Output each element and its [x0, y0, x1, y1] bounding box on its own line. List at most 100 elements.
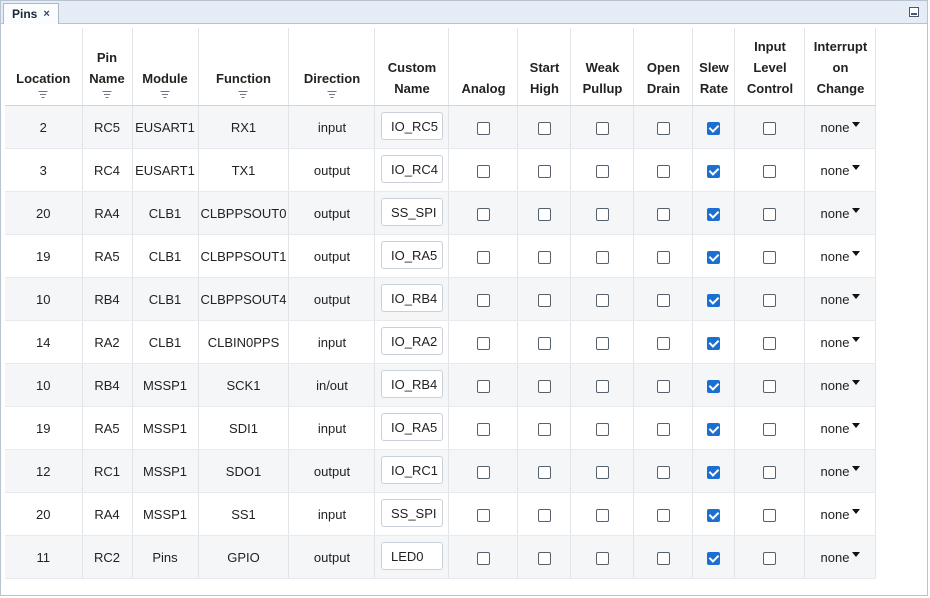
column-header-custom[interactable]: Custom Name [374, 28, 450, 106]
interrupt-on-change-dropdown[interactable]: none [821, 292, 861, 307]
custom-name-field[interactable]: IO_RC1 [380, 455, 443, 484]
slew-rate-checkbox[interactable] [707, 293, 721, 307]
column-header-pin[interactable]: Pin Name [82, 28, 133, 106]
interrupt-on-change-dropdown[interactable]: none [821, 464, 861, 479]
column-header-ioc[interactable]: Interrupt on Change [804, 28, 877, 106]
input-level-checkbox[interactable] [763, 293, 777, 307]
start-high-checkbox[interactable] [537, 379, 551, 393]
chevron-down-icon[interactable] [852, 379, 861, 385]
weak-pullup-checkbox[interactable] [595, 336, 609, 350]
filter-icon[interactable] [102, 91, 112, 99]
custom-name-field[interactable]: LED0 [380, 541, 443, 570]
custom-name-field[interactable]: IO_RC5 [380, 111, 443, 140]
input-level-checkbox[interactable] [763, 207, 777, 221]
start-high-checkbox[interactable] [537, 250, 551, 264]
input-level-checkbox[interactable] [763, 379, 777, 393]
weak-pullup-checkbox[interactable] [595, 250, 609, 264]
slew-rate-checkbox[interactable] [707, 164, 721, 178]
weak-pullup-checkbox[interactable] [595, 551, 609, 565]
chevron-down-icon[interactable] [852, 422, 861, 428]
custom-name-field[interactable]: IO_RA5 [380, 240, 443, 269]
slew-rate-checkbox[interactable] [707, 207, 721, 221]
weak-pullup-checkbox[interactable] [595, 121, 609, 135]
start-high-checkbox[interactable] [537, 465, 551, 479]
input-level-checkbox[interactable] [763, 422, 777, 436]
filter-icon[interactable] [38, 91, 48, 99]
slew-rate-checkbox[interactable] [707, 121, 721, 135]
table-row[interactable]: 14 RA2 CLB1 CLBIN0PPS input IO_RA2 none [5, 320, 877, 364]
slew-rate-checkbox[interactable] [707, 379, 721, 393]
analog-checkbox[interactable] [476, 336, 490, 350]
chevron-down-icon[interactable] [852, 250, 861, 256]
chevron-down-icon[interactable] [852, 551, 861, 557]
analog-checkbox[interactable] [476, 379, 490, 393]
chevron-down-icon[interactable] [852, 164, 861, 170]
weak-pullup-checkbox[interactable] [595, 508, 609, 522]
interrupt-on-change-dropdown[interactable]: none [821, 335, 861, 350]
start-high-checkbox[interactable] [537, 551, 551, 565]
chevron-down-icon[interactable] [852, 465, 861, 471]
weak-pullup-checkbox[interactable] [595, 293, 609, 307]
start-high-checkbox[interactable] [537, 422, 551, 436]
table-row[interactable]: 3 RC4 EUSART1 TX1 output IO_RC4 none [5, 148, 877, 192]
filter-icon[interactable] [160, 91, 170, 99]
custom-name-field[interactable]: IO_RC4 [380, 154, 443, 183]
interrupt-on-change-dropdown[interactable]: none [821, 249, 861, 264]
chevron-down-icon[interactable] [852, 121, 861, 127]
interrupt-on-change-dropdown[interactable]: none [821, 507, 861, 522]
table-row[interactable]: 10 RB4 MSSP1 SCK1 in/out IO_RB4 none [5, 363, 877, 407]
open-drain-checkbox[interactable] [656, 121, 670, 135]
analog-checkbox[interactable] [476, 207, 490, 221]
column-header-function[interactable]: Function [198, 28, 290, 106]
open-drain-checkbox[interactable] [656, 551, 670, 565]
table-row[interactable]: 10 RB4 CLB1 CLBPPSOUT4 output IO_RB4 none [5, 277, 877, 321]
open-drain-checkbox[interactable] [656, 508, 670, 522]
close-icon[interactable]: × [43, 8, 49, 20]
input-level-checkbox[interactable] [763, 336, 777, 350]
start-high-checkbox[interactable] [537, 207, 551, 221]
minimize-icon[interactable] [909, 7, 919, 17]
input-level-checkbox[interactable] [763, 250, 777, 264]
weak-pullup-checkbox[interactable] [595, 465, 609, 479]
interrupt-on-change-dropdown[interactable]: none [821, 120, 861, 135]
open-drain-checkbox[interactable] [656, 293, 670, 307]
table-row[interactable]: 20 RA4 MSSP1 SS1 input SS_SPI none [5, 492, 877, 536]
open-drain-checkbox[interactable] [656, 422, 670, 436]
start-high-checkbox[interactable] [537, 336, 551, 350]
interrupt-on-change-dropdown[interactable]: none [821, 206, 861, 221]
column-header-weak-pullup[interactable]: Weak Pullup [570, 28, 635, 106]
filter-icon[interactable] [238, 91, 248, 99]
custom-name-field[interactable]: SS_SPI [380, 498, 443, 527]
column-header-module[interactable]: Module [132, 28, 199, 106]
input-level-checkbox[interactable] [763, 551, 777, 565]
slew-rate-checkbox[interactable] [707, 551, 721, 565]
weak-pullup-checkbox[interactable] [595, 379, 609, 393]
column-header-open-drain[interactable]: Open Drain [633, 28, 694, 106]
analog-checkbox[interactable] [476, 293, 490, 307]
analog-checkbox[interactable] [476, 121, 490, 135]
slew-rate-checkbox[interactable] [707, 465, 721, 479]
interrupt-on-change-dropdown[interactable]: none [821, 421, 861, 436]
input-level-checkbox[interactable] [763, 465, 777, 479]
chevron-down-icon[interactable] [852, 508, 861, 514]
input-level-checkbox[interactable] [763, 164, 777, 178]
analog-checkbox[interactable] [476, 164, 490, 178]
custom-name-field[interactable]: SS_SPI [380, 197, 443, 226]
column-header-input-level[interactable]: Input Level Control [734, 28, 806, 106]
interrupt-on-change-dropdown[interactable]: none [821, 550, 861, 565]
filter-icon[interactable] [327, 91, 337, 99]
weak-pullup-checkbox[interactable] [595, 164, 609, 178]
open-drain-checkbox[interactable] [656, 164, 670, 178]
analog-checkbox[interactable] [476, 465, 490, 479]
chevron-down-icon[interactable] [852, 207, 861, 213]
table-row[interactable]: 12 RC1 MSSP1 SDO1 output IO_RC1 none [5, 449, 877, 493]
slew-rate-checkbox[interactable] [707, 250, 721, 264]
analog-checkbox[interactable] [476, 551, 490, 565]
start-high-checkbox[interactable] [537, 508, 551, 522]
start-high-checkbox[interactable] [537, 121, 551, 135]
column-header-direction[interactable]: Direction [288, 28, 376, 106]
table-row[interactable]: 19 RA5 CLB1 CLBPPSOUT1 output IO_RA5 none [5, 234, 877, 278]
column-header-start-high[interactable]: Start High [517, 28, 572, 106]
slew-rate-checkbox[interactable] [707, 508, 721, 522]
input-level-checkbox[interactable] [763, 508, 777, 522]
